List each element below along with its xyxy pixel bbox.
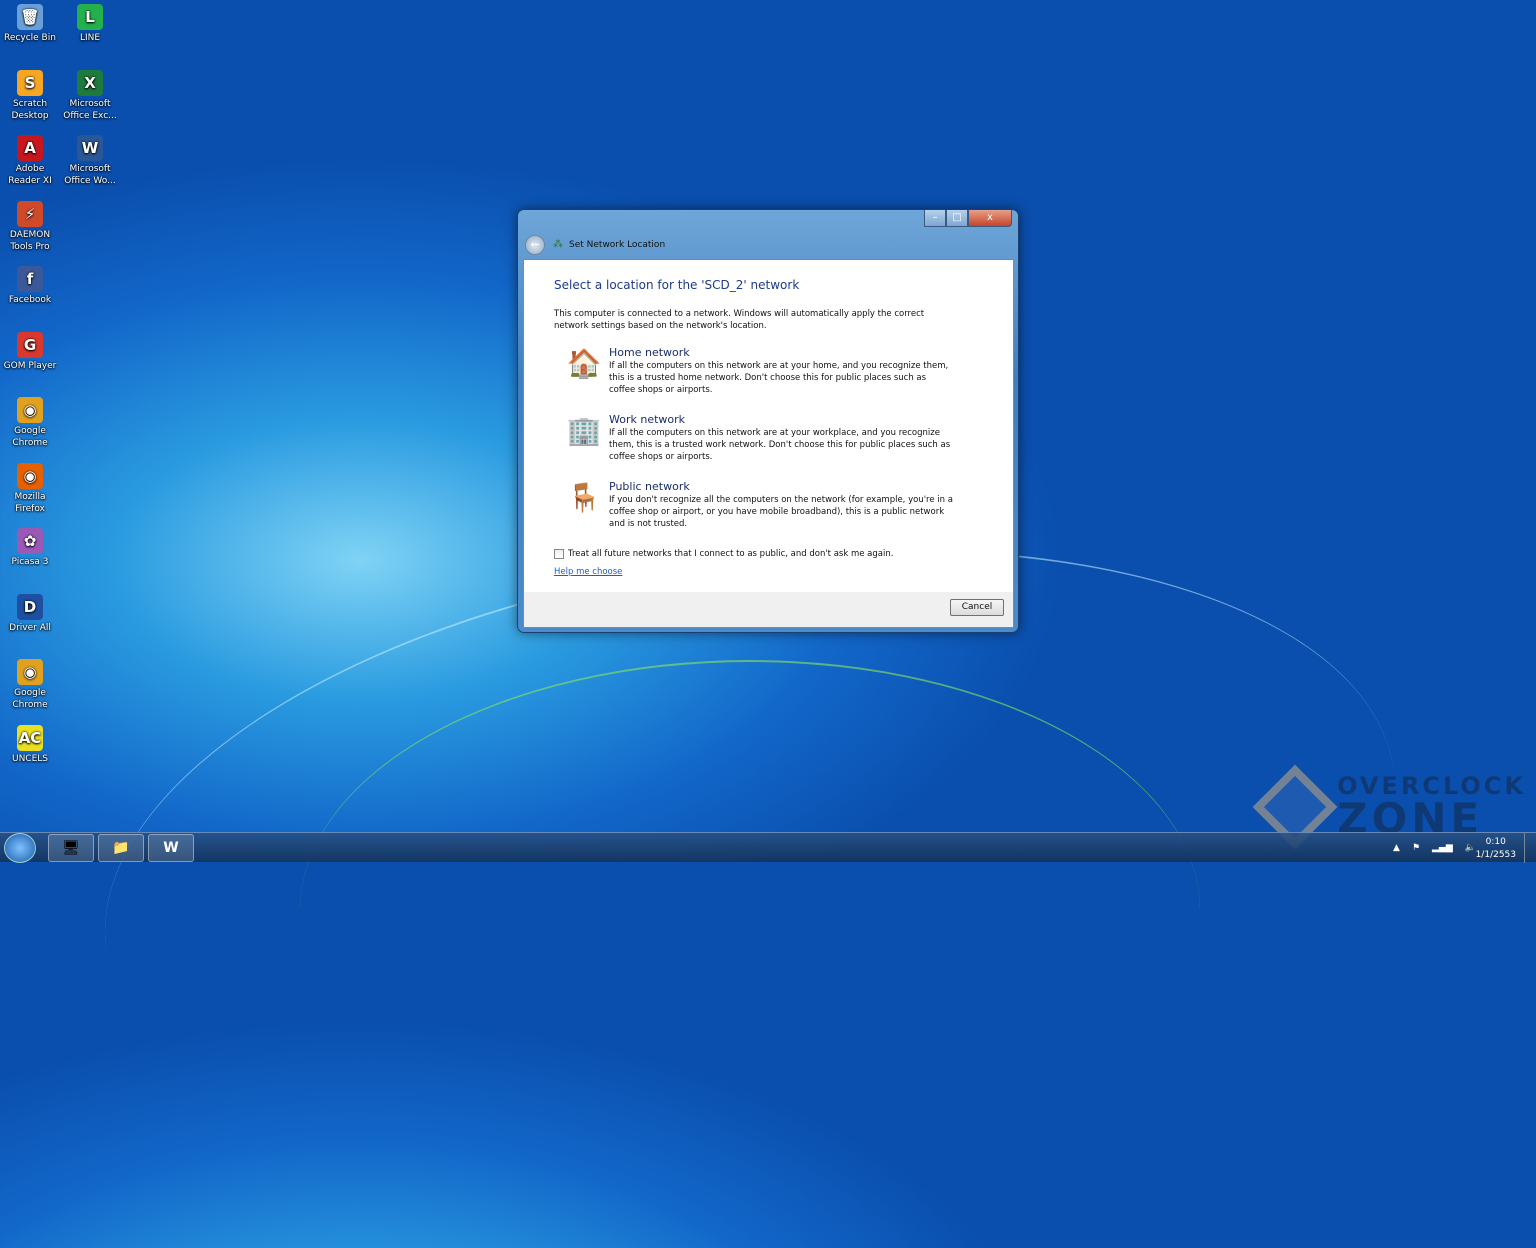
- set-network-location-dialog: – □ x ← ⁂ Set Network Location Select a …: [517, 209, 1019, 633]
- picasa-icon: ✿: [17, 528, 43, 554]
- desktop-icon-label: Google Chrome: [12, 426, 48, 448]
- desktop-icon-label: Picasa 3: [11, 557, 49, 567]
- treat-public-checkbox-row[interactable]: Treat all future networks that I connect…: [554, 549, 893, 559]
- dialog-heading: Select a location for the 'SCD_2' networ…: [554, 278, 800, 292]
- home-icon: 🏠: [566, 347, 602, 380]
- desktop-icon-label: Scratch Desktop: [11, 98, 49, 121]
- desktop-icon[interactable]: AC UNCELS: [0, 724, 60, 765]
- clock-date: 1/1/2553: [1475, 850, 1516, 860]
- close-button[interactable]: x: [968, 210, 1012, 227]
- desktop-icon-label: Google Chrome: [12, 688, 48, 710]
- option-title: Public network: [609, 480, 690, 493]
- intro-text: This computer is connected to a network.…: [554, 309, 925, 331]
- desktop-icon-label: GOM Player: [3, 360, 57, 371]
- line-icon: L: [77, 4, 103, 30]
- taskbar-control-panel[interactable]: 🖥: [48, 834, 94, 862]
- taskbar: 🖥 📁 W ▲ ⚑ ▂▄▆ 🔈 0:10 1/1/2553: [0, 832, 1536, 863]
- window-title: Set Network Location: [569, 240, 666, 250]
- desktop-icon[interactable]: 🗑 Recycle Bin: [0, 4, 60, 44]
- desktop-icon[interactable]: ⚡ DAEMON Tools Pro: [0, 200, 60, 253]
- desktop-icon[interactable]: L LINE: [60, 4, 120, 44]
- driver-all-icon: D: [17, 593, 43, 620]
- desktop-icon[interactable]: X Microsoft Office Exc...: [60, 69, 120, 122]
- scratch-icon: S: [17, 69, 43, 96]
- desktop-icon-label: Mozilla Firefox: [14, 491, 46, 514]
- chrome-icon: ◉: [17, 659, 43, 685]
- option-description: If all the computers on this network are…: [609, 428, 951, 462]
- desktop-icon[interactable]: ◉ Google Chrome: [0, 397, 60, 449]
- folder-icon: 📁: [112, 840, 130, 856]
- desktop-icon[interactable]: ◉ Mozilla Firefox: [0, 462, 60, 515]
- option-title: Work network: [609, 413, 686, 426]
- action-center-flag-icon[interactable]: ⚑: [1412, 843, 1420, 853]
- option-public-network[interactable]: 🪑 Public network If you don't recognize …: [564, 480, 964, 529]
- option-home-network[interactable]: 🏠 Home network If all the computers on t…: [564, 346, 964, 395]
- desktop-icon[interactable]: D Driver All: [0, 593, 60, 634]
- system-tray: ▲ ⚑ ▂▄▆ 🔈: [1393, 843, 1476, 853]
- desktop-icon-label: DAEMON Tools Pro: [9, 229, 51, 252]
- gom-player-icon: G: [17, 331, 43, 358]
- help-me-choose-link[interactable]: Help me choose: [554, 567, 622, 577]
- clock-time: 0:10: [1485, 837, 1506, 847]
- desktop-icon-label: Recycle Bin: [4, 33, 56, 43]
- option-description: If all the computers on this network are…: [609, 361, 949, 395]
- chrome-icon: ◉: [17, 397, 43, 423]
- minimize-button[interactable]: –: [924, 210, 946, 227]
- word-icon: W: [77, 135, 103, 161]
- clock[interactable]: 0:10 1/1/2553: [1476, 836, 1516, 862]
- maximize-button: □: [946, 210, 968, 227]
- firefox-icon: ◉: [17, 462, 43, 489]
- facebook-icon: f: [17, 266, 43, 292]
- taskbar-explorer[interactable]: 📁: [98, 834, 144, 862]
- treat-public-checkbox[interactable]: [554, 549, 564, 559]
- network-signal-icon[interactable]: ▂▄▆: [1432, 843, 1453, 853]
- network-icon: ⁂: [553, 239, 563, 250]
- overclockzone-watermark: OVERCLOCK ZONE: [1252, 764, 1526, 850]
- show-desktop-button[interactable]: [1524, 833, 1536, 863]
- desktop-icon[interactable]: W Microsoft Office Wo...: [60, 135, 120, 187]
- office-building-icon: 🏢: [566, 414, 602, 447]
- desktop-icon[interactable]: A Adobe Reader XI: [0, 135, 60, 187]
- desktop-icon-label: Microsoft Office Exc...: [63, 98, 117, 121]
- dialog-footer: Cancel: [524, 592, 1013, 627]
- desktop-icon-label: Adobe Reader XI: [8, 164, 52, 186]
- desktop-icon-label: Driver All: [9, 622, 51, 633]
- adobe-reader-icon: A: [17, 135, 43, 161]
- wallpaper-streak: [300, 660, 1200, 1160]
- desktop-icon[interactable]: ◉ Google Chrome: [0, 659, 60, 711]
- desktop-icon-label: LINE: [79, 33, 101, 43]
- cancel-button[interactable]: Cancel: [950, 599, 1004, 616]
- word-icon: W: [163, 840, 179, 856]
- show-hidden-icons-icon[interactable]: ▲: [1393, 843, 1400, 853]
- recycle-bin-icon: 🗑: [17, 4, 43, 30]
- checkbox-label: Treat all future networks that I connect…: [568, 549, 894, 559]
- volume-icon[interactable]: 🔈: [1465, 843, 1476, 853]
- desktop-icon-label: Facebook: [8, 295, 52, 305]
- option-work-network[interactable]: 🏢 Work network If all the computers on t…: [564, 413, 964, 462]
- daemon-tools-icon: ⚡: [17, 200, 43, 227]
- uncels-icon: AC: [17, 724, 43, 751]
- dialog-content: Select a location for the 'SCD_2' networ…: [523, 259, 1014, 628]
- desktop-icon[interactable]: ✿ Picasa 3: [0, 528, 60, 568]
- option-description: If you don't recognize all the computers…: [609, 495, 953, 529]
- start-button[interactable]: [4, 833, 36, 863]
- desktop-icon[interactable]: f Facebook: [0, 266, 60, 306]
- excel-icon: X: [77, 69, 103, 96]
- desktop-icon[interactable]: G GOM Player: [0, 331, 60, 372]
- desktop-icon-label: Microsoft Office Wo...: [64, 164, 116, 186]
- back-arrow-icon[interactable]: ←: [525, 235, 545, 255]
- option-title: Home network: [609, 346, 690, 359]
- desktop-icon-label: UNCELS: [11, 753, 49, 764]
- taskbar-word[interactable]: W: [148, 834, 194, 862]
- park-bench-icon: 🪑: [566, 481, 602, 514]
- desktop-icon[interactable]: S Scratch Desktop: [0, 69, 60, 122]
- control-panel-icon: 🖥: [62, 840, 80, 856]
